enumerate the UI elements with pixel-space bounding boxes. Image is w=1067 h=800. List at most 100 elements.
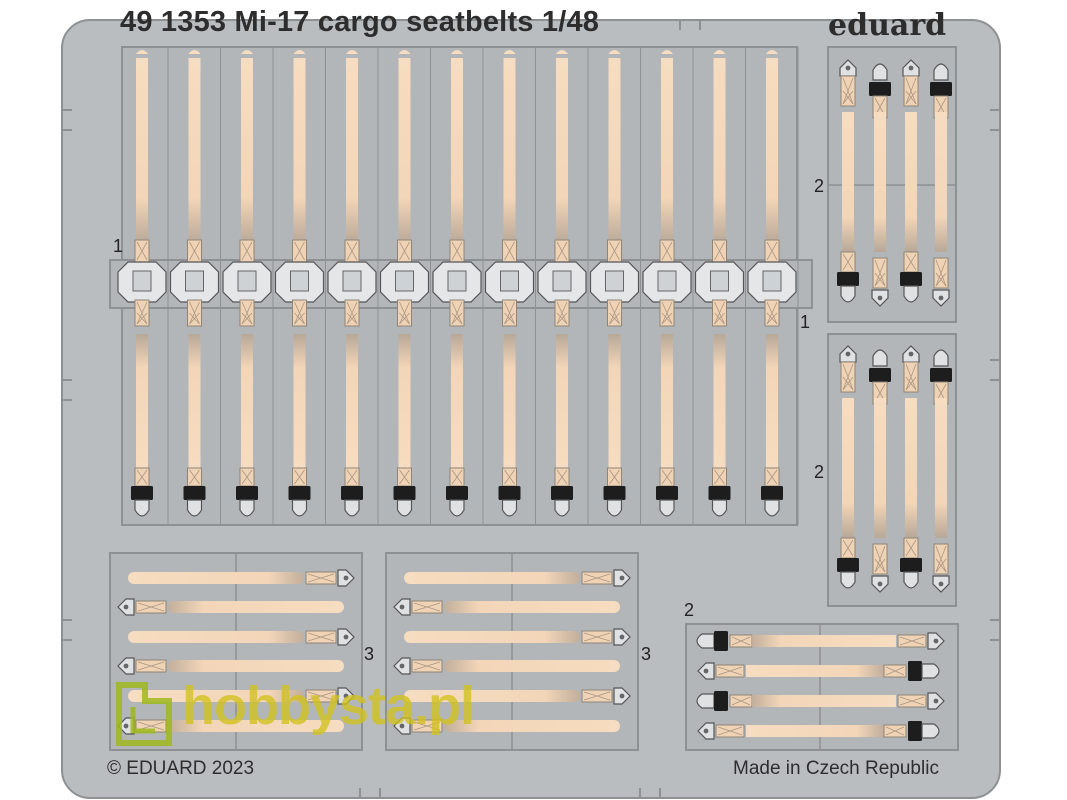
black-clip	[656, 486, 678, 500]
black-clip	[288, 486, 311, 500]
black-clip	[341, 486, 363, 500]
part-number-main-right: 1	[800, 312, 811, 332]
belt-strap-upper	[188, 58, 201, 244]
adjuster-pad	[449, 239, 465, 263]
watermark-logo-icon	[116, 682, 172, 746]
adjuster-pad	[659, 467, 675, 487]
black-clip	[908, 661, 922, 681]
adjuster-pad	[134, 467, 150, 487]
belt-tip	[903, 571, 919, 589]
belt-strap-lower	[451, 334, 463, 470]
belt-tip	[134, 499, 150, 517]
part-number-side-lower: 2	[814, 462, 825, 482]
adjuster-pad	[187, 299, 202, 327]
belt-tip	[711, 499, 728, 517]
belt-tip	[921, 723, 940, 739]
belt-tip	[872, 349, 888, 367]
adjuster-pad	[840, 361, 856, 393]
belt-strap-lower	[136, 334, 148, 470]
belt-strap-upper	[136, 58, 148, 244]
belt-tip	[921, 663, 940, 679]
horizontal-belt	[393, 657, 620, 675]
black-clip	[183, 486, 206, 500]
black-clip	[551, 486, 573, 500]
adjuster-pad	[502, 467, 517, 487]
belt-strap	[905, 112, 917, 252]
adjuster-pad	[581, 630, 613, 644]
adjuster-pad	[729, 634, 753, 648]
horizontal-belt	[404, 628, 631, 646]
adjuster-pad	[581, 571, 613, 585]
adjuster-pad	[715, 664, 745, 678]
belt-strap-lower	[556, 334, 568, 470]
adjuster-pad	[134, 239, 150, 263]
adjuster-pad	[903, 75, 919, 107]
belt-tip	[186, 499, 203, 517]
belt-tip	[696, 693, 715, 709]
adjuster-pad	[344, 299, 360, 327]
black-clip	[837, 558, 859, 572]
adjuster-pad	[239, 467, 255, 487]
belt-strap	[128, 572, 304, 584]
belt-strap	[905, 398, 917, 538]
black-clip	[393, 486, 416, 500]
belt-strap	[842, 112, 854, 252]
belt-tip	[554, 499, 570, 517]
adjuster-pad	[411, 600, 443, 614]
adjuster-pad	[581, 689, 613, 703]
belt-strap	[168, 660, 344, 672]
part-number-bottom-mid: 3	[641, 644, 652, 664]
black-clip	[900, 272, 922, 286]
belt-strap-lower	[293, 334, 306, 470]
brand-logo: eduard	[828, 8, 947, 43]
adjuster-pad	[187, 467, 202, 487]
part-number-bottom-left: 3	[364, 644, 375, 664]
adjuster-pad	[872, 257, 888, 289]
adjuster-pad	[305, 571, 337, 585]
belt-strap-upper	[241, 58, 253, 244]
adjuster-pad	[134, 299, 150, 327]
horizontal-belt	[404, 569, 631, 587]
adjuster-pad	[712, 467, 727, 487]
belt-tip	[933, 63, 949, 81]
adjuster-pad	[883, 664, 907, 678]
belt-tip	[764, 499, 780, 517]
black-clip	[908, 721, 922, 741]
horizontal-belt	[117, 598, 344, 616]
horizontal-belt	[393, 598, 620, 616]
belt-strap	[874, 112, 886, 252]
adjuster-pad	[449, 467, 465, 487]
belt-strap-upper	[398, 58, 411, 244]
adjuster-pad	[292, 299, 307, 327]
black-clip	[714, 631, 728, 651]
photo-etch-fret	[61, 19, 1001, 799]
adjuster-pad	[554, 239, 570, 263]
adjuster-pad	[344, 239, 360, 263]
adjuster-pad	[840, 251, 856, 273]
belt-strap	[752, 695, 896, 707]
belt-tip	[840, 285, 856, 303]
black-clip	[837, 272, 859, 286]
belt-strap	[842, 398, 854, 538]
belt-strap	[874, 398, 886, 538]
belt-tip	[606, 499, 623, 517]
adjuster-pad	[712, 299, 727, 327]
black-clip	[714, 691, 728, 711]
adjuster-pad	[239, 239, 255, 263]
belt-tip	[396, 499, 413, 517]
part-number-bottom-right: 2	[684, 600, 695, 620]
black-clip	[603, 486, 626, 500]
adjuster-pad	[715, 724, 745, 738]
belt-strap	[404, 572, 580, 584]
belt-strap	[752, 635, 896, 647]
belt-strap-lower	[766, 334, 778, 470]
watermark-text: hobbysta.pl	[182, 676, 475, 736]
adjuster-pad	[135, 659, 167, 673]
belt-strap-lower	[346, 334, 358, 470]
belt-tip	[840, 571, 856, 589]
black-clip	[761, 486, 783, 500]
adjuster-pad	[840, 75, 856, 107]
black-clip	[869, 368, 891, 382]
adjuster-pad	[607, 239, 622, 263]
belt-tip	[659, 499, 675, 517]
